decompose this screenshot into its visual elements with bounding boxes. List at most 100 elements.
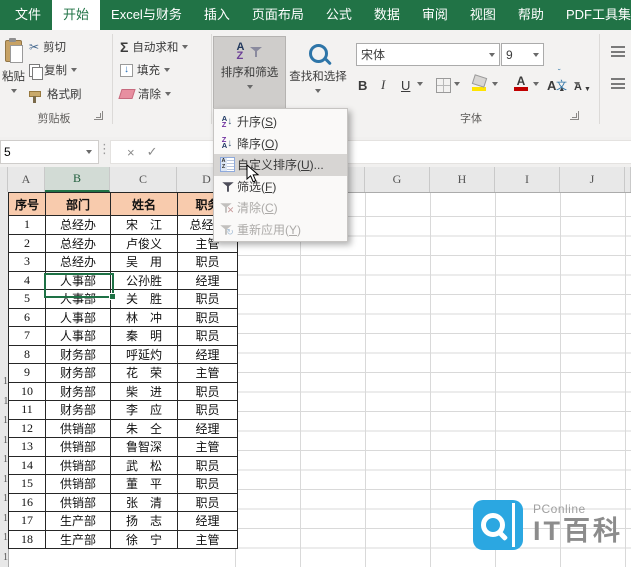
column-header[interactable]: C bbox=[110, 167, 177, 192]
table-cell[interactable]: 职员 bbox=[178, 456, 238, 475]
table-cell[interactable]: 宋 江 bbox=[111, 216, 178, 235]
table-cell[interactable]: 生产部 bbox=[46, 512, 111, 531]
table-cell[interactable]: 15 bbox=[9, 475, 46, 494]
font-size-combo[interactable]: 9 bbox=[501, 43, 544, 66]
table-cell[interactable]: 财务部 bbox=[46, 401, 111, 420]
table-cell[interactable]: 职员 bbox=[178, 401, 238, 420]
table-cell[interactable]: 主管 bbox=[178, 530, 238, 549]
name-box[interactable]: 5 bbox=[0, 140, 99, 164]
table-cell[interactable]: 职员 bbox=[178, 382, 238, 401]
table-cell[interactable]: 18 bbox=[9, 530, 46, 549]
fill-button[interactable]: ↓ 填充 bbox=[120, 62, 170, 78]
table-cell[interactable]: 10 bbox=[9, 382, 46, 401]
font-name-combo[interactable]: 宋体 bbox=[356, 43, 500, 66]
font-color-caret-icon[interactable] bbox=[533, 82, 539, 86]
table-cell[interactable]: 16 bbox=[9, 493, 46, 512]
table-cell[interactable]: 1 bbox=[9, 216, 46, 235]
bold-button[interactable]: B bbox=[358, 73, 367, 93]
underline-button[interactable]: U bbox=[401, 73, 410, 93]
table-cell[interactable]: 总经办 bbox=[46, 234, 111, 253]
formula-input[interactable]: × ✓ bbox=[110, 140, 631, 164]
table-cell[interactable]: 经理 bbox=[178, 512, 238, 531]
table-cell[interactable]: 徐 宁 bbox=[111, 530, 178, 549]
table-cell[interactable]: 2 bbox=[9, 234, 46, 253]
table-cell[interactable]: 6 bbox=[9, 308, 46, 327]
table-cell[interactable]: 职员 bbox=[178, 308, 238, 327]
column-header[interactable]: J bbox=[560, 167, 625, 192]
menubar-tab[interactable]: 开始 bbox=[52, 0, 101, 30]
fill-color-caret-icon[interactable] bbox=[492, 82, 498, 86]
table-cell[interactable]: 董 平 bbox=[111, 475, 178, 494]
table-header-cell[interactable]: 部门 bbox=[46, 193, 111, 216]
table-cell[interactable]: 人事部 bbox=[46, 308, 111, 327]
clipboard-dialog-launcher-icon[interactable] bbox=[94, 111, 103, 120]
table-cell[interactable]: 13 bbox=[9, 438, 46, 457]
table-cell[interactable]: 林 冲 bbox=[111, 308, 178, 327]
align-middle-icon[interactable] bbox=[611, 78, 625, 89]
menubar-tab[interactable]: PDF工具集 bbox=[555, 0, 631, 30]
table-cell[interactable]: 经理 bbox=[178, 419, 238, 438]
table-cell[interactable]: 职员 bbox=[178, 475, 238, 494]
underline-caret-icon[interactable] bbox=[417, 82, 423, 86]
table-cell[interactable]: 柴 进 bbox=[111, 382, 178, 401]
table-cell[interactable]: 财务部 bbox=[46, 382, 111, 401]
table-cell[interactable]: 7 bbox=[9, 327, 46, 346]
table-cell[interactable]: 经理 bbox=[178, 271, 238, 290]
table-cell[interactable]: 花 荣 bbox=[111, 364, 178, 383]
table-cell[interactable]: 4 bbox=[9, 271, 46, 290]
menubar-tab[interactable]: 页面布局 bbox=[241, 0, 315, 30]
table-cell[interactable]: 鲁智深 bbox=[111, 438, 178, 457]
menubar-tab[interactable]: 审阅 bbox=[411, 0, 459, 30]
fill-handle[interactable] bbox=[109, 293, 116, 300]
table-cell[interactable]: 17 bbox=[9, 512, 46, 531]
table-cell[interactable]: 呼延灼 bbox=[111, 345, 178, 364]
table-cell[interactable]: 职员 bbox=[178, 290, 238, 309]
menubar-tab[interactable]: 文件 bbox=[4, 0, 52, 30]
borders-button[interactable] bbox=[436, 73, 451, 93]
table-cell[interactable]: 8 bbox=[9, 345, 46, 364]
table-cell[interactable]: 李 应 bbox=[111, 401, 178, 420]
column-header[interactable]: G bbox=[365, 167, 430, 192]
table-cell[interactable]: 总经办 bbox=[46, 253, 111, 272]
table-cell[interactable]: 朱 仝 bbox=[111, 419, 178, 438]
phonetic-guide-button[interactable]: 文 bbox=[556, 68, 567, 93]
column-header[interactable]: I bbox=[495, 167, 560, 192]
table-cell[interactable]: 财务部 bbox=[46, 364, 111, 383]
row-header[interactable]: 19 bbox=[3, 548, 8, 567]
menubar-tab[interactable]: 帮助 bbox=[507, 0, 555, 30]
italic-button[interactable]: I bbox=[381, 73, 385, 93]
font-dialog-launcher-icon[interactable] bbox=[570, 111, 579, 120]
table-cell[interactable]: 职员 bbox=[178, 493, 238, 512]
table-cell[interactable]: 12 bbox=[9, 419, 46, 438]
table-cell[interactable]: 供销部 bbox=[46, 475, 111, 494]
table-cell[interactable]: 职员 bbox=[178, 327, 238, 346]
format-painter-button[interactable]: 格式刷 bbox=[29, 86, 82, 103]
table-cell[interactable]: 供销部 bbox=[46, 438, 111, 457]
autosum-button[interactable]: Σ 自动求和 bbox=[120, 39, 189, 55]
table-cell[interactable]: 人事部 bbox=[46, 327, 111, 346]
table-cell[interactable]: 公孙胜 bbox=[111, 271, 178, 290]
table-cell[interactable]: 供销部 bbox=[46, 419, 111, 438]
menu-item-filter[interactable]: 筛选(F) bbox=[214, 176, 347, 198]
table-cell[interactable]: 生产部 bbox=[46, 530, 111, 549]
menubar-tab[interactable]: 数据 bbox=[363, 0, 411, 30]
table-cell[interactable]: 主管 bbox=[178, 364, 238, 383]
table-cell[interactable]: 9 bbox=[9, 364, 46, 383]
table-cell[interactable]: 武 松 bbox=[111, 456, 178, 475]
paste-button[interactable]: 粘贴 bbox=[0, 36, 27, 108]
sort-filter-button[interactable]: AZ 排序和筛选 bbox=[213, 36, 286, 111]
menubar-tab[interactable]: Excel与财务 bbox=[100, 0, 193, 30]
table-cell[interactable]: 供销部 bbox=[46, 493, 111, 512]
select-all-corner[interactable] bbox=[0, 167, 8, 192]
table-header-cell[interactable]: 序号 bbox=[9, 193, 46, 216]
borders-caret-icon[interactable] bbox=[454, 82, 460, 86]
table-cell[interactable]: 总经办 bbox=[46, 216, 111, 235]
menu-item-sort-desc[interactable]: Z A ↓ 降序(O) bbox=[214, 133, 347, 155]
table-cell[interactable]: 关 胜 bbox=[111, 290, 178, 309]
table-cell[interactable]: 经理 bbox=[178, 345, 238, 364]
menubar-tab[interactable]: 插入 bbox=[193, 0, 241, 30]
menubar-tab[interactable]: 视图 bbox=[459, 0, 507, 30]
table-cell[interactable]: 扬 志 bbox=[111, 512, 178, 531]
table-cell[interactable]: 财务部 bbox=[46, 345, 111, 364]
column-header[interactable]: A bbox=[8, 167, 45, 192]
